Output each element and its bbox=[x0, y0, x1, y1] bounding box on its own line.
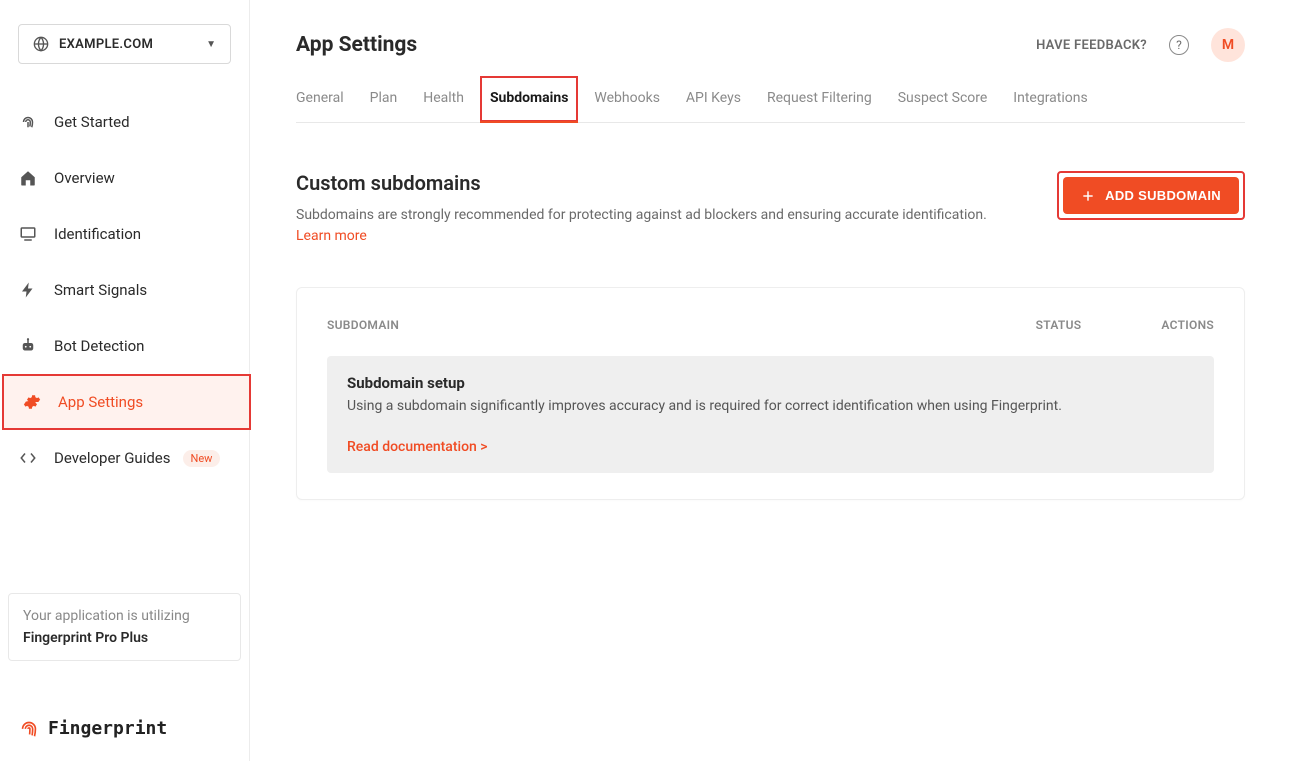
gear-icon bbox=[22, 392, 42, 412]
section-description: Subdomains are strongly recommended for … bbox=[296, 205, 987, 247]
col-subdomain: SUBDOMAIN bbox=[327, 318, 399, 332]
tab-plan[interactable]: Plan bbox=[370, 76, 398, 122]
nav-identification[interactable]: Identification bbox=[0, 206, 249, 262]
brand-name-text: Fingerprint bbox=[48, 718, 167, 739]
sidebar: EXAMPLE.COM ▼ Get Started Overview Ident… bbox=[0, 0, 250, 761]
nav-label: Bot Detection bbox=[54, 337, 144, 355]
nav-get-started[interactable]: Get Started bbox=[0, 94, 249, 150]
tab-webhooks[interactable]: Webhooks bbox=[594, 76, 660, 122]
new-badge: New bbox=[183, 450, 221, 467]
main-content: App Settings HAVE FEEDBACK? ? M General … bbox=[250, 0, 1291, 761]
notice-title: Subdomain setup bbox=[347, 374, 1194, 392]
monitor-icon bbox=[18, 224, 38, 244]
brand-logo: Fingerprint bbox=[18, 717, 167, 739]
nav-label: Smart Signals bbox=[54, 281, 147, 299]
code-icon bbox=[18, 448, 38, 468]
settings-tabs: General Plan Health Subdomains Webhooks … bbox=[296, 76, 1245, 123]
nav-overview[interactable]: Overview bbox=[0, 150, 249, 206]
topbar-actions: HAVE FEEDBACK? ? M bbox=[1036, 28, 1245, 62]
section-desc-text: Subdomains are strongly recommended for … bbox=[296, 207, 987, 223]
robot-icon bbox=[18, 336, 38, 356]
sidebar-nav: Get Started Overview Identification Smar… bbox=[0, 94, 249, 486]
tab-request-filtering[interactable]: Request Filtering bbox=[767, 76, 872, 122]
nav-bot-detection[interactable]: Bot Detection bbox=[0, 318, 249, 374]
learn-more-link[interactable]: Learn more bbox=[296, 228, 367, 244]
tab-integrations[interactable]: Integrations bbox=[1013, 76, 1087, 122]
nav-label: App Settings bbox=[58, 393, 143, 411]
add-subdomain-button[interactable]: ADD SUBDOMAIN bbox=[1063, 177, 1239, 214]
tab-suspect-score[interactable]: Suspect Score bbox=[898, 76, 988, 122]
subdomain-setup-notice: Subdomain setup Using a subdomain signif… bbox=[327, 356, 1214, 473]
plan-name-text: Fingerprint Pro Plus bbox=[23, 630, 226, 646]
table-header-row: SUBDOMAIN STATUS ACTIONS bbox=[327, 318, 1214, 332]
help-icon[interactable]: ? bbox=[1169, 35, 1189, 55]
plan-card: Your application is utilizing Fingerprin… bbox=[8, 593, 241, 661]
read-documentation-link[interactable]: Read documentation > bbox=[347, 439, 488, 455]
fingerprint-logo-icon bbox=[18, 717, 40, 739]
tab-health[interactable]: Health bbox=[423, 76, 464, 122]
notice-body: Using a subdomain significantly improves… bbox=[347, 398, 1194, 414]
nav-label: Identification bbox=[54, 225, 141, 243]
add-subdomain-highlight: ADD SUBDOMAIN bbox=[1057, 171, 1245, 220]
tab-general[interactable]: General bbox=[296, 76, 344, 122]
nav-label: Overview bbox=[54, 169, 115, 187]
bolt-icon bbox=[18, 280, 38, 300]
plan-intro-text: Your application is utilizing bbox=[23, 608, 226, 624]
feedback-link[interactable]: HAVE FEEDBACK? bbox=[1036, 38, 1147, 53]
plus-icon bbox=[1081, 189, 1095, 203]
page-title: App Settings bbox=[296, 33, 417, 57]
tab-subdomains[interactable]: Subdomains bbox=[480, 76, 578, 122]
col-actions: ACTIONS bbox=[1161, 318, 1214, 332]
section-title: Custom subdomains bbox=[296, 171, 987, 195]
add-subdomain-label: ADD SUBDOMAIN bbox=[1105, 188, 1221, 203]
avatar[interactable]: M bbox=[1211, 28, 1245, 62]
caret-down-icon: ▼ bbox=[206, 39, 216, 50]
nav-developer-guides[interactable]: Developer Guides New bbox=[0, 430, 249, 486]
col-status: STATUS bbox=[1036, 318, 1082, 332]
site-selector-label: EXAMPLE.COM bbox=[59, 37, 206, 52]
site-selector[interactable]: EXAMPLE.COM ▼ bbox=[18, 24, 231, 64]
tab-api-keys[interactable]: API Keys bbox=[686, 76, 741, 122]
nav-label: Get Started bbox=[54, 113, 130, 131]
fingerprint-icon bbox=[18, 112, 38, 132]
home-icon bbox=[18, 168, 38, 188]
nav-label: Developer Guides bbox=[54, 449, 171, 467]
nav-smart-signals[interactable]: Smart Signals bbox=[0, 262, 249, 318]
nav-app-settings[interactable]: App Settings bbox=[2, 374, 251, 430]
topbar: App Settings HAVE FEEDBACK? ? M bbox=[296, 28, 1245, 62]
subdomains-card: SUBDOMAIN STATUS ACTIONS Subdomain setup… bbox=[296, 287, 1245, 500]
section-header: Custom subdomains Subdomains are strongl… bbox=[296, 171, 1245, 247]
globe-icon bbox=[33, 36, 49, 52]
